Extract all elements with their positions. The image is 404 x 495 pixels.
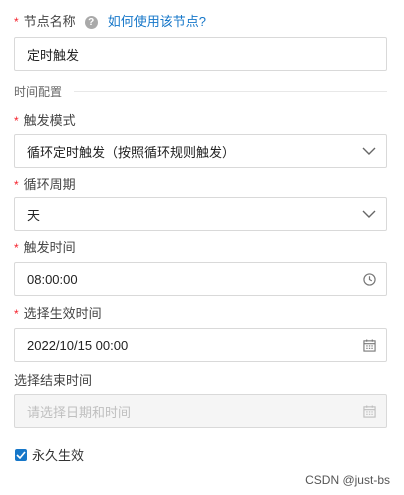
chevron-down-icon[interactable] [361,143,377,159]
permanent-checkbox-row[interactable]: 永久生效 [15,445,84,464]
calendar-icon[interactable] [361,337,377,353]
section-title: 时间配置 [14,84,63,99]
clock-icon[interactable] [361,271,377,287]
end-time-placeholder: 请选择日期和时间 [27,404,132,420]
trigger-mode-value: 循环定时触发（按照循环规则触发） [27,144,236,160]
trigger-mode-label-row: * 触发模式 [14,113,76,129]
node-name-label-row: * 节点名称 ? 如何使用该节点? [14,14,206,30]
end-time-picker[interactable]: 请选择日期和时间 [14,394,387,428]
required-marker: * [14,114,19,128]
cycle-period-value: 天 [27,207,41,223]
chevron-down-icon[interactable] [361,206,377,222]
end-time-label-row: 选择结束时间 [14,373,92,389]
start-time-picker[interactable]: 2022/10/15 00:00 [14,328,387,362]
trigger-time-label: 触发时间 [23,240,76,255]
required-marker: * [14,178,19,192]
start-time-value: 2022/10/15 00:00 [27,337,129,353]
trigger-time-value: 08:00:00 [27,271,78,287]
cycle-period-label-row: * 循环周期 [14,177,76,193]
node-name-input[interactable]: 定时触发 [14,37,387,71]
permanent-label: 永久生效 [32,448,85,463]
divider-line [74,90,387,92]
cycle-period-select[interactable]: 天 [14,197,387,231]
required-marker: * [14,307,19,321]
required-marker: * [14,15,19,29]
node-config-form: * 节点名称 ? 如何使用该节点? 定时触发 时间配置 * 触发模式 循环定时触… [0,0,404,495]
start-time-label: 选择生效时间 [23,306,102,321]
how-to-use-link[interactable]: 如何使用该节点? [108,14,206,30]
trigger-mode-label: 触发模式 [23,113,76,128]
permanent-checkbox[interactable] [15,448,27,461]
calendar-icon[interactable] [361,403,377,419]
trigger-mode-select[interactable]: 循环定时触发（按照循环规则触发） [14,134,387,168]
node-name-value: 定时触发 [27,47,80,63]
node-name-label: 节点名称 [23,14,76,29]
trigger-time-label-row: * 触发时间 [14,240,76,256]
trigger-time-picker[interactable]: 08:00:00 [14,262,387,296]
end-time-label: 选择结束时间 [14,373,93,388]
required-marker: * [14,241,19,255]
start-time-label-row: * 选择生效时间 [14,306,102,322]
question-circle-icon[interactable]: ? [84,15,98,29]
time-config-divider: 时间配置 [14,84,387,99]
watermark: CSDN @just-bs [305,473,390,487]
cycle-period-label: 循环周期 [23,177,76,192]
